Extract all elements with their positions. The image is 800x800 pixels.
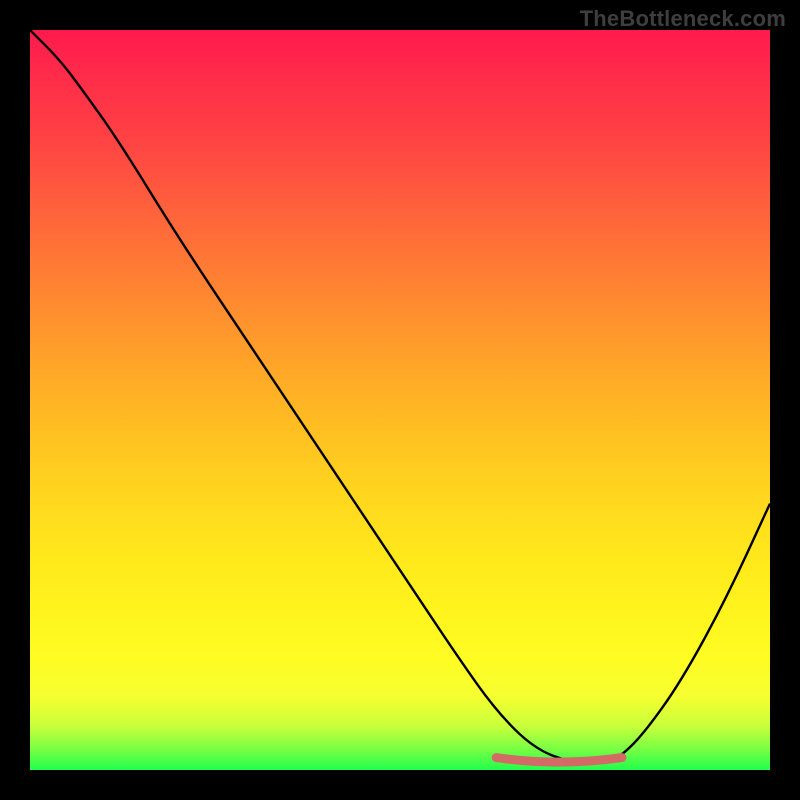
watermark-text: TheBottleneck.com (580, 6, 786, 32)
flat-minimum-highlight (496, 758, 622, 763)
chart-frame: TheBottleneck.com (0, 0, 800, 800)
bottleneck-curve (30, 30, 770, 763)
plot-area (30, 30, 770, 770)
curve-layer (30, 30, 770, 770)
